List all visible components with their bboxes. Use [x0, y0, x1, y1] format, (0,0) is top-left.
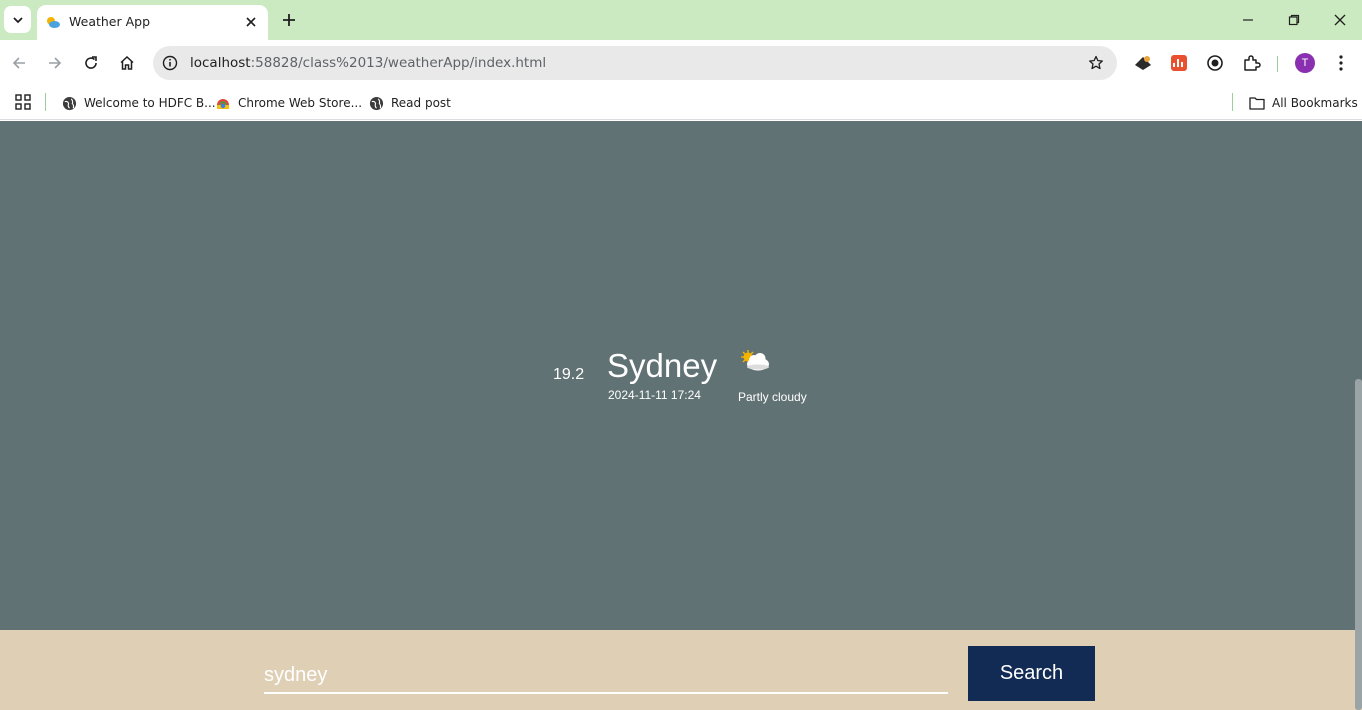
tab-strip: Weather App — [0, 0, 1362, 40]
plus-icon — [283, 14, 295, 26]
condition-text: Partly cloudy — [738, 390, 807, 404]
toolbar-separator — [1277, 56, 1278, 72]
city-search-input[interactable] — [264, 658, 948, 694]
chart-extension-icon — [1171, 55, 1187, 71]
url-path: :58828/class%2013/weatherApp/index.html — [250, 55, 547, 71]
weather-favicon-icon — [47, 17, 60, 28]
bookmark-item[interactable]: Chrome Web Store... — [215, 91, 362, 115]
reload-button[interactable] — [77, 49, 105, 77]
site-info-button[interactable] — [161, 54, 179, 72]
folder-icon — [1249, 95, 1265, 111]
minimize-icon — [1243, 19, 1253, 21]
puzzle-extension-icon — [1135, 56, 1151, 70]
tab-close-button[interactable] — [243, 14, 259, 30]
search-button[interactable]: Search — [968, 646, 1095, 701]
partly-cloudy-icon — [741, 350, 769, 371]
weather-display: 19.2 Sydney 2024-11-11 17:24 Partly clou… — [0, 121, 1362, 630]
home-button[interactable] — [113, 49, 141, 77]
weather-app-page: 19.2 Sydney 2024-11-11 17:24 Partly clou… — [0, 121, 1362, 710]
bookmark-label: Read post — [391, 96, 451, 110]
close-icon — [1334, 14, 1346, 26]
puzzle-icon — [1244, 55, 1261, 71]
profile-avatar[interactable]: T — [1295, 53, 1315, 73]
globe-icon — [61, 95, 77, 111]
bookmark-item[interactable]: Read post — [368, 91, 451, 115]
bookmark-item[interactable]: Welcome to HDFC B... — [61, 91, 216, 115]
url-text: localhost:58828/class%2013/weatherApp/in… — [190, 55, 546, 71]
new-tab-button[interactable] — [278, 9, 300, 31]
url-host: localhost — [190, 55, 251, 71]
chevron-down-icon — [12, 16, 23, 23]
local-datetime: 2024-11-11 17:24 — [608, 388, 701, 402]
browser-menu-button[interactable] — [1330, 52, 1352, 74]
active-tab[interactable]: Weather App — [37, 5, 268, 40]
bookmarks-bar: Welcome to HDFC B... Chrome Web Store...… — [0, 86, 1362, 120]
bookmark-star-button[interactable] — [1087, 54, 1105, 72]
close-icon — [246, 17, 256, 27]
close-window-button[interactable] — [1328, 8, 1352, 32]
info-icon — [162, 55, 178, 71]
extension-button-3[interactable] — [1204, 52, 1226, 74]
tab-search-button[interactable] — [4, 6, 31, 33]
bookmark-label: Welcome to HDFC B... — [84, 96, 216, 110]
apps-grid-icon — [15, 94, 31, 110]
minimize-button[interactable] — [1236, 8, 1260, 32]
bookmarks-separator — [45, 93, 46, 111]
temperature-value: 19.2 — [553, 366, 585, 383]
all-bookmarks-label: All Bookmarks — [1272, 96, 1358, 110]
arrow-right-icon — [49, 57, 62, 69]
tab-title: Weather App — [69, 14, 151, 29]
more-vertical-icon — [1339, 55, 1343, 71]
record-icon — [1207, 55, 1223, 71]
bookmarks-separator — [1232, 93, 1233, 111]
extension-button-1[interactable] — [1132, 52, 1154, 74]
bookmark-label: Chrome Web Store... — [238, 96, 363, 110]
restore-icon — [1288, 14, 1300, 26]
scrollbar-thumb[interactable] — [1355, 379, 1362, 710]
forward-button[interactable] — [41, 49, 69, 77]
city-name: Sydney — [607, 347, 718, 384]
browser-toolbar: localhost:58828/class%2013/weatherApp/in… — [0, 40, 1362, 86]
address-bar[interactable]: localhost:58828/class%2013/weatherApp/in… — [153, 46, 1117, 80]
extensions-menu-button[interactable] — [1240, 52, 1262, 74]
restore-button[interactable] — [1282, 8, 1306, 32]
all-bookmarks-button[interactable]: All Bookmarks — [1249, 91, 1358, 115]
arrow-left-icon — [12, 57, 25, 69]
back-button[interactable] — [5, 49, 33, 77]
reload-icon — [85, 56, 97, 69]
home-icon — [120, 55, 134, 70]
star-icon — [1089, 55, 1103, 70]
extension-button-2[interactable] — [1168, 52, 1190, 74]
apps-button[interactable] — [14, 93, 32, 111]
globe-icon — [368, 95, 384, 111]
chrome-web-store-icon — [215, 95, 231, 111]
search-bar: Search — [0, 630, 1362, 710]
